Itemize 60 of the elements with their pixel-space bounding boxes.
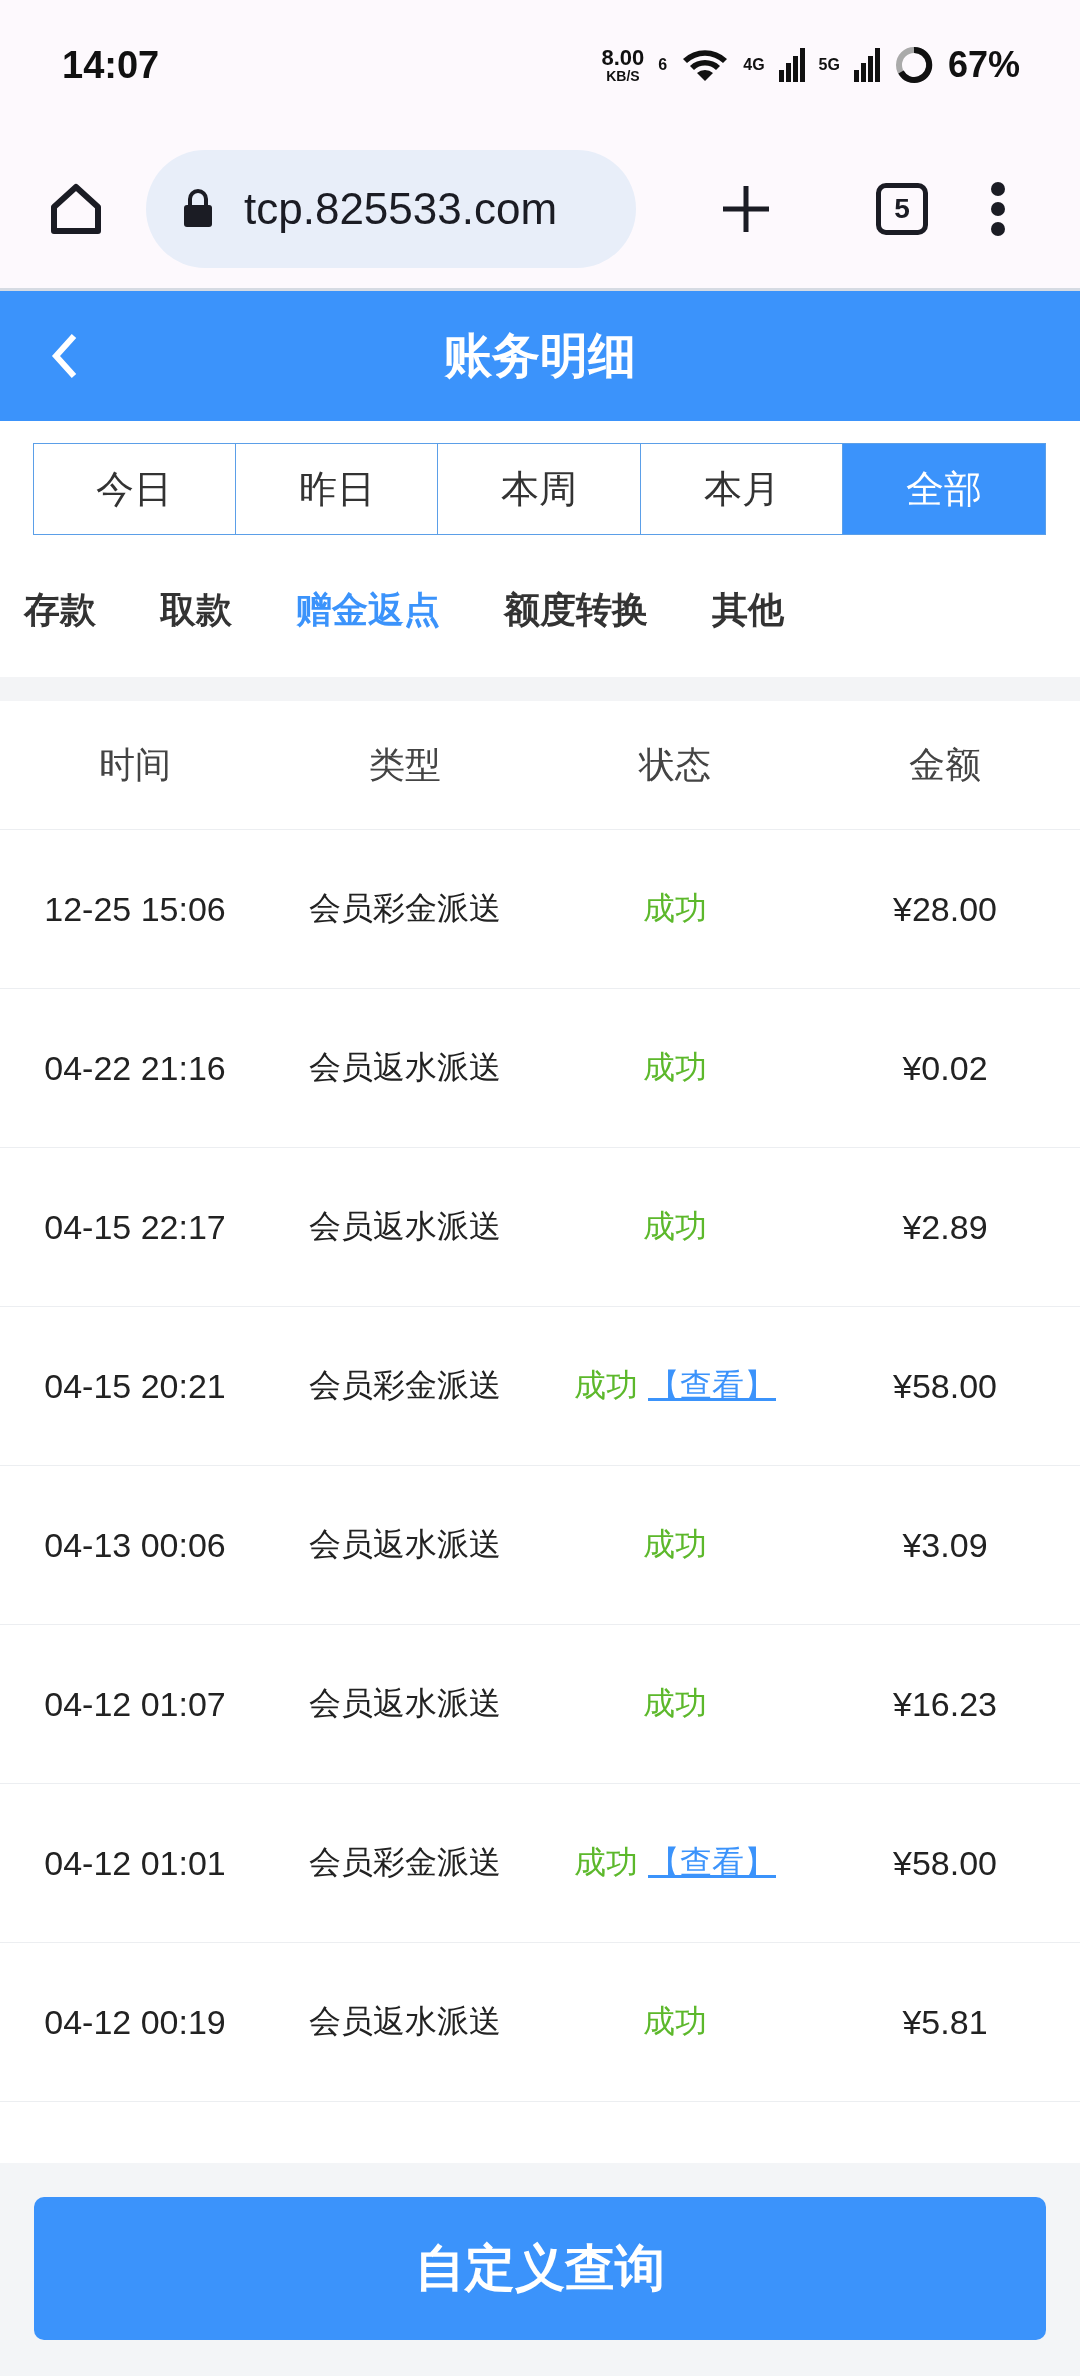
- period-tab[interactable]: 本月: [639, 443, 844, 535]
- status-text: 成功: [643, 1524, 707, 1565]
- amount-cell-text: ¥5.81: [901, 2002, 989, 2042]
- type-cell-text: 会员返水派送: [308, 1525, 502, 1564]
- wifi-icon: [681, 47, 730, 83]
- time-cell-text: 04-12 01:07: [43, 1684, 227, 1724]
- status-text: 成功: [643, 2001, 707, 2042]
- network-speed: 8.00: [601, 47, 645, 69]
- category-tab[interactable]: 其他: [712, 585, 784, 635]
- time-cell-text: 12-25 15:06: [43, 889, 227, 929]
- signal-icon: [853, 48, 880, 82]
- battery-ring-icon: [893, 45, 934, 85]
- status-text: 成功: [643, 1047, 707, 1088]
- column-header: 类型: [368, 742, 442, 787]
- amount-cell-text: ¥0.02: [901, 1048, 989, 1088]
- status-text: 成功: [643, 1683, 707, 1724]
- status-text: 成功: [574, 1365, 638, 1406]
- category-tab[interactable]: 取款: [160, 585, 232, 635]
- signal-icon: [778, 48, 805, 82]
- amount-cell-text: ¥58.00: [892, 1843, 998, 1883]
- period-tab[interactable]: 本周: [437, 443, 642, 535]
- category-tab[interactable]: 额度转换: [504, 585, 648, 635]
- page-title: 账务明细: [444, 326, 636, 385]
- time-cell-text: 04-13 00:06: [43, 1525, 227, 1565]
- type-cell-text: 会员彩金派送: [308, 889, 502, 928]
- battery-level: 67%: [947, 44, 1020, 86]
- network-type: 5G: [818, 56, 840, 74]
- amount-cell-text: ¥58.00: [892, 1366, 998, 1406]
- amount-cell-text: ¥28.00: [892, 889, 998, 929]
- time-cell-text: 04-15 22:17: [43, 1207, 227, 1247]
- type-cell-text: 会员返水派送: [308, 1207, 502, 1246]
- status-text: 成功: [643, 1206, 707, 1247]
- status-text: 成功: [574, 1842, 638, 1883]
- column-header: 时间: [98, 742, 172, 787]
- network-type: 4G: [743, 56, 765, 74]
- column-header: 状态: [637, 742, 712, 787]
- time-cell-text: 04-15 20:21: [43, 1366, 227, 1406]
- speed-unit: KB/S: [606, 69, 640, 83]
- period-tab[interactable]: 今日: [32, 443, 237, 535]
- amount-cell-text: ¥2.89: [901, 1207, 989, 1247]
- tab-count-button[interactable]: 5: [876, 183, 928, 235]
- type-cell-text: 会员彩金派送: [308, 1843, 502, 1882]
- type-cell-text: 会员返水派送: [308, 1684, 502, 1723]
- address-bar[interactable]: tcp.825533.com: [146, 150, 636, 268]
- clock: 14:07: [62, 43, 160, 87]
- time-cell-text: 04-22 21:16: [43, 1048, 227, 1088]
- amount-cell-text: ¥3.09: [901, 1525, 989, 1565]
- type-cell-text: 会员返水派送: [308, 2002, 502, 2041]
- time-cell-text: 04-12 00:19: [43, 2002, 227, 2042]
- type-cell-text: 会员返水派送: [308, 1048, 502, 1087]
- column-header: 金额: [908, 742, 982, 787]
- lock-icon: [182, 189, 214, 229]
- period-tab[interactable]: 昨日: [234, 443, 439, 535]
- time-cell-text: 04-12 01:01: [43, 1843, 227, 1883]
- amount-cell-text: ¥16.23: [892, 1684, 998, 1724]
- url-text: tcp.825533.com: [244, 184, 558, 234]
- type-cell-text: 会员彩金派送: [308, 1366, 502, 1405]
- wifi-label: 6: [658, 56, 668, 74]
- status-text: 成功: [643, 888, 707, 929]
- category-tab[interactable]: 存款: [24, 585, 96, 635]
